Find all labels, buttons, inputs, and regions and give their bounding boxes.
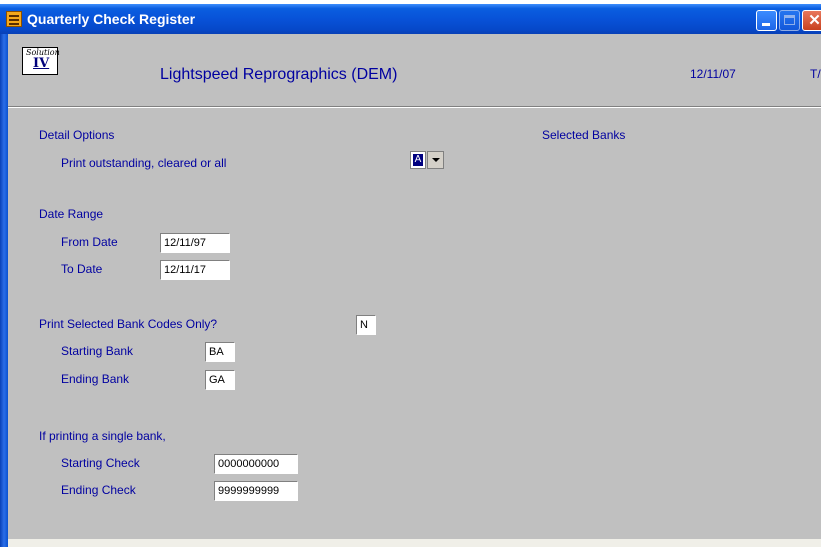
detail-options-heading: Detail Options — [39, 128, 115, 142]
ending-check-label: Ending Check — [61, 483, 136, 497]
app-icon[interactable] — [6, 11, 22, 27]
selected-banks-heading: Selected Banks — [542, 128, 626, 142]
maximize-icon — [784, 15, 795, 25]
selected-bank-codes-field[interactable]: N — [356, 315, 376, 335]
chevron-down-icon — [432, 158, 440, 162]
detail-options-prompt: Print outstanding, cleared or all — [61, 156, 227, 170]
title-bar[interactable]: Quarterly Check Register ✕ — [0, 4, 821, 34]
form-area: Solution IV Lightspeed Reprographics (DE… — [8, 34, 821, 539]
header-date: 12/11/07 — [690, 67, 736, 81]
status-strip — [8, 539, 821, 547]
logo-roman-numeral: IV — [33, 56, 50, 71]
company-name: Lightspeed Reprographics (DEM) — [160, 66, 398, 83]
ending-bank-label: Ending Bank — [61, 372, 130, 386]
starting-check-field[interactable]: 0000000000 — [214, 454, 298, 474]
starting-bank-field[interactable]: BA — [205, 342, 235, 362]
close-icon: ✕ — [808, 12, 821, 29]
date-range-heading: Date Range — [39, 207, 104, 221]
ending-check-field[interactable]: 9999999999 — [214, 481, 298, 501]
header-divider — [8, 106, 821, 108]
maximize-button[interactable] — [779, 10, 800, 31]
starting-bank-label: Starting Bank — [61, 344, 134, 358]
single-bank-heading: If printing a single bank, — [39, 429, 166, 443]
minimize-icon — [762, 23, 770, 26]
close-button[interactable]: ✕ — [802, 10, 821, 31]
to-date-field[interactable]: 12/11/17 — [160, 260, 230, 280]
window-border — [0, 34, 8, 547]
starting-check-label: Starting Check — [61, 456, 140, 470]
form-header: Solution IV Lightspeed Reprographics (DE… — [8, 34, 821, 106]
solution-iv-logo: Solution IV — [22, 47, 60, 75]
from-date-field[interactable]: 12/11/97 — [160, 233, 230, 253]
header-user: T/ — [810, 67, 821, 81]
minimize-button[interactable] — [756, 10, 777, 31]
detail-option-select[interactable]: A — [410, 151, 446, 169]
selected-bank-codes-prompt: Print Selected Bank Codes Only? — [39, 317, 218, 331]
detail-option-selected: A — [413, 154, 423, 166]
from-date-label: From Date — [61, 235, 118, 249]
window-title: Quarterly Check Register — [27, 11, 196, 27]
window: Quarterly Check Register ✕ Solution IV L… — [0, 0, 821, 547]
dropdown-button[interactable] — [427, 151, 444, 169]
to-date-label: To Date — [61, 262, 103, 276]
ending-bank-field[interactable]: GA — [205, 370, 235, 390]
detail-option-value[interactable]: A — [410, 151, 426, 169]
